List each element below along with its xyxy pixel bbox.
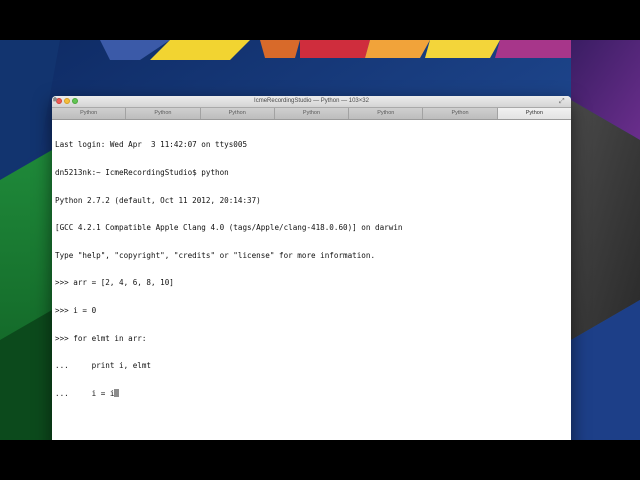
terminal-line: >>> arr = [2, 4, 6, 8, 10] [55, 278, 174, 288]
terminal-line: [GCC 4.2.1 Compatible Apple Clang 4.0 (t… [55, 223, 403, 233]
terminal-current-text: ... i = i [55, 388, 115, 398]
terminal-line: Last login: Wed Apr 3 11:42:07 on ttys00… [55, 140, 248, 150]
letterbox-top [0, 0, 640, 40]
text-cursor [114, 388, 119, 397]
terminal-output[interactable]: Last login: Wed Apr 3 11:42:07 on ttys00… [52, 120, 571, 416]
terminal-line: Python 2.7.2 (default, Oct 11 2012, 20:1… [55, 195, 261, 205]
tab-python-3[interactable]: Python [201, 108, 275, 119]
terminal-line: ... print i, elmt [55, 361, 152, 371]
tab-python-6[interactable]: Python [423, 108, 498, 119]
window-title: IcmeRecordingStudio — Python — 103×32 [52, 96, 571, 107]
tab-python-5[interactable]: Python [349, 108, 424, 119]
tab-python-2[interactable]: Python [126, 108, 201, 119]
terminal-window[interactable]: IcmeRecordingStudio — Python — 103×32 ⤢ … [52, 96, 571, 440]
tab-bar: Python Python Python Python Python Pytho… [52, 108, 571, 120]
fullscreen-icon[interactable]: ⤢ [559, 98, 566, 105]
terminal-line: >>> i = 0 [55, 305, 97, 315]
terminal-line: Type "help", "copyright", "credits" or "… [55, 250, 376, 260]
tab-python-1[interactable]: Python [52, 108, 127, 119]
terminal-line: dn5213nk:~ IcmeRecordingStudio$ python [55, 168, 229, 177]
letterbox-bottom [0, 440, 640, 480]
desktop-wallpaper: IcmeRecordingStudio — Python — 103×32 ⤢ … [0, 40, 640, 440]
tab-python-4[interactable]: Python [275, 108, 350, 119]
title-bar[interactable]: IcmeRecordingStudio — Python — 103×32 ⤢ [52, 96, 571, 108]
window-title-text: IcmeRecordingStudio — Python — 103×32 [254, 98, 369, 104]
home-folder-icon [52, 96, 58, 102]
video-frame: IcmeRecordingStudio — Python — 103×32 ⤢ … [0, 0, 640, 480]
terminal-line: >>> for elmt in arr: [55, 333, 147, 343]
tab-python-7-active[interactable]: Python [497, 108, 571, 119]
terminal-current-line[interactable]: ... i = i [55, 388, 571, 398]
